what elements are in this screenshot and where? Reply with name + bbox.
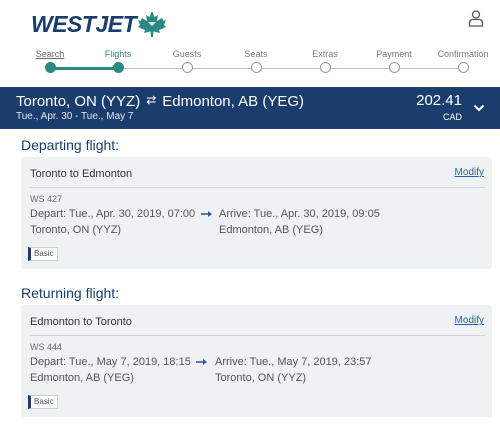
flight-number: WS 444 xyxy=(30,342,63,352)
step-dot xyxy=(181,62,193,73)
step-dot xyxy=(250,62,262,73)
flight-number: WS 427 xyxy=(30,194,63,204)
step-dot xyxy=(388,62,400,73)
depart-airport: Edmonton, AB (YEG) xyxy=(30,372,134,384)
step-label: Guests xyxy=(172,49,202,59)
trip-summary-bar[interactable]: Toronto, ON (YYZ) ⇄ Edmonton, AB (YEG) Tue… xyxy=(0,87,500,129)
trip-route: Toronto, ON (YYZ) ⇄ Edmonton, AB (YEG) xyxy=(16,93,304,110)
step-label: Extras xyxy=(312,49,338,59)
step-label: Flights xyxy=(104,49,132,59)
depart-airport: Toronto, ON (YYZ) xyxy=(30,224,122,236)
step-confirmation: Confirmation xyxy=(423,48,500,73)
step-label: Seats xyxy=(244,49,268,59)
returning-section-title: Returning flight: xyxy=(21,285,120,301)
step-flights: Flights xyxy=(78,48,158,73)
step-dot xyxy=(44,62,56,73)
returning-flight-card: Edmonton to Toronto Modify WS 444 Depart… xyxy=(21,305,492,417)
departing-section-title: Departing flight: xyxy=(21,137,120,153)
trip-origin: Toronto, ON (YYZ) xyxy=(16,93,141,110)
booking-progress-stepper: Search Flights Guests Seats Extras Payme… xyxy=(0,48,500,78)
step-dot xyxy=(319,62,331,73)
depart-time: Depart: Tue., Apr. 30, 2019, 07:00 xyxy=(30,208,196,220)
departing-flight-card: Toronto to Edmonton Modify WS 427 Depart… xyxy=(21,157,492,269)
step-extras: Extras xyxy=(285,48,365,73)
fare-type-badge: Basic xyxy=(28,247,58,261)
step-seats: Seats xyxy=(216,48,296,73)
step-guests: Guests xyxy=(147,48,227,73)
step-payment: Payment xyxy=(354,48,434,73)
step-label: Confirmation xyxy=(437,49,489,59)
step-dot xyxy=(457,62,469,73)
site-header: WESTJET xyxy=(0,0,500,44)
swap-arrows-icon: ⇄ xyxy=(146,93,157,107)
arrow-right-icon xyxy=(196,359,207,365)
arrive-airport: Edmonton, AB (YEG) xyxy=(219,224,323,236)
step-label: Payment xyxy=(376,49,412,59)
divider xyxy=(30,335,485,336)
arrive-airport: Toronto, ON (YYZ) xyxy=(215,372,307,384)
logo-wordmark: WESTJET xyxy=(31,10,137,37)
modify-returning-link[interactable]: Modify xyxy=(455,315,484,326)
trip-dates: Tue., Apr. 30 - Tue., May 7 xyxy=(16,111,134,122)
maple-leaf-icon xyxy=(138,11,167,37)
divider xyxy=(30,187,485,188)
chevron-down-icon[interactable] xyxy=(472,101,486,115)
step-dot xyxy=(112,62,124,73)
trip-total-price: 202.41 xyxy=(416,92,462,109)
modify-departing-link[interactable]: Modify xyxy=(455,167,484,178)
trip-destination: Edmonton, AB (YEG) xyxy=(162,93,304,110)
flight-route-heading: Edmonton to Toronto xyxy=(30,316,132,328)
depart-time: Depart: Tue., May 7, 2019, 18:15 xyxy=(30,356,191,368)
arrive-time: Arrive: Tue., May 7, 2019, 23:57 xyxy=(215,356,372,368)
flight-route-heading: Toronto to Edmonton xyxy=(30,168,133,180)
trip-currency: CAD xyxy=(442,112,462,122)
person-icon[interactable] xyxy=(467,9,485,27)
arrow-right-icon xyxy=(201,211,212,217)
fare-type-badge: Basic xyxy=(28,395,58,409)
westjet-logo[interactable]: WESTJET xyxy=(31,10,167,38)
arrive-time: Arrive: Tue., Apr. 30, 2019, 09:05 xyxy=(219,208,380,220)
